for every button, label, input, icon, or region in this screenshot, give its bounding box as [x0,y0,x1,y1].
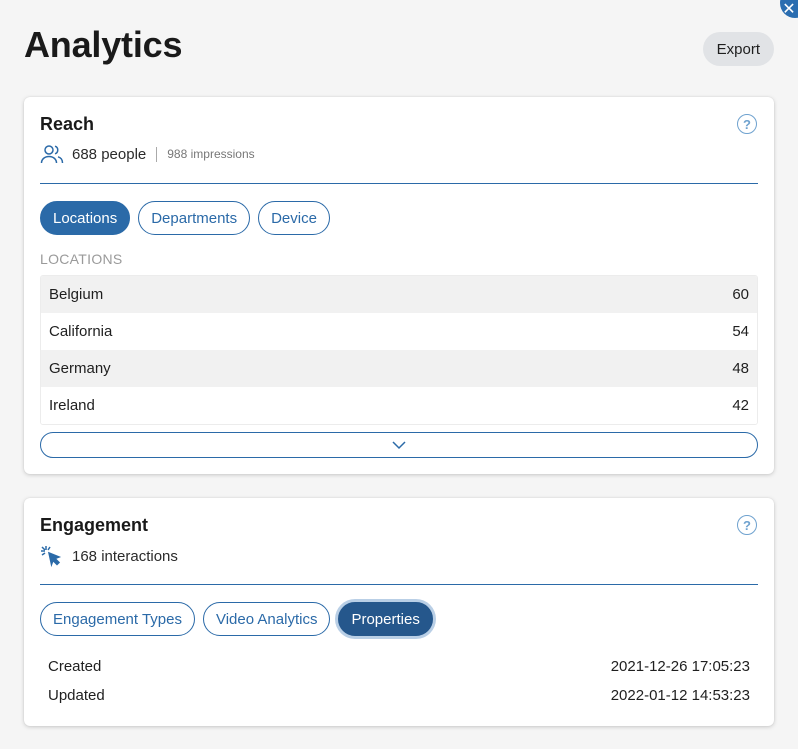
export-button[interactable]: Export [702,32,774,66]
property-value: 2022-01-12 14:53:23 [610,687,750,704]
property-label: Created [48,658,102,675]
reach-divider [40,183,758,184]
cursor-click-icon [41,546,62,567]
location-value: 42 [732,397,749,414]
people-count: 688 people [72,145,147,163]
people-icon [40,145,64,164]
tab-departments[interactable]: Departments [138,201,251,235]
location-name: Belgium [49,286,104,303]
close-button[interactable]: ✕ [780,0,798,18]
help-icon[interactable]: ? [737,114,757,134]
engagement-divider [40,584,758,585]
reach-title: Reach [40,114,95,134]
location-name: California [49,323,113,340]
engagement-stats: 168 interactions [40,545,178,567]
locations-section-label: LOCATIONS [40,251,123,267]
location-value: 60 [732,286,749,303]
interactions-count: 168 interactions [72,547,178,565]
tab-engagement-types[interactable]: Engagement Types [40,602,195,636]
expand-locations-button[interactable] [40,432,758,458]
page-header: Analytics Export [24,24,774,68]
tab-device[interactable]: Device [258,201,330,235]
table-row: Germany 48 [41,350,757,387]
property-row-created: Created 2021-12-26 17:05:23 [48,658,750,675]
engagement-tabs: Engagement Types Video Analytics Propert… [40,602,433,636]
chevron-down-icon [392,440,406,449]
tab-properties[interactable]: Properties [338,602,433,636]
impressions-count: 988 impressions [167,147,255,161]
reach-tabs: Locations Departments Device [40,201,330,235]
table-row: Belgium 60 [41,276,757,313]
table-row: Ireland 42 [41,387,757,424]
close-icon: ✕ [782,1,796,18]
reach-stats: 688 people 988 impressions [40,144,255,164]
property-value: 2021-12-26 17:05:23 [610,658,750,675]
tab-locations[interactable]: Locations [40,201,131,235]
tab-video-analytics[interactable]: Video Analytics [202,602,331,636]
location-name: Germany [49,360,111,377]
property-label: Updated [48,687,105,704]
engagement-title: Engagement [40,515,149,535]
location-value: 54 [732,323,749,340]
property-row-updated: Updated 2022-01-12 14:53:23 [48,687,750,704]
engagement-card: Engagement ? 168 interactions Engagement… [24,498,774,726]
table-row: California 54 [41,313,757,350]
help-icon[interactable]: ? [737,515,757,535]
location-value: 48 [732,360,749,377]
location-name: Ireland [49,397,95,414]
stat-separator [156,146,158,162]
page-title: Analytics [24,24,183,65]
reach-card: Reach ? 688 people 988 impressions Locat… [24,97,774,474]
locations-table: Belgium 60 California 54 Germany 48 Irel… [40,275,758,425]
